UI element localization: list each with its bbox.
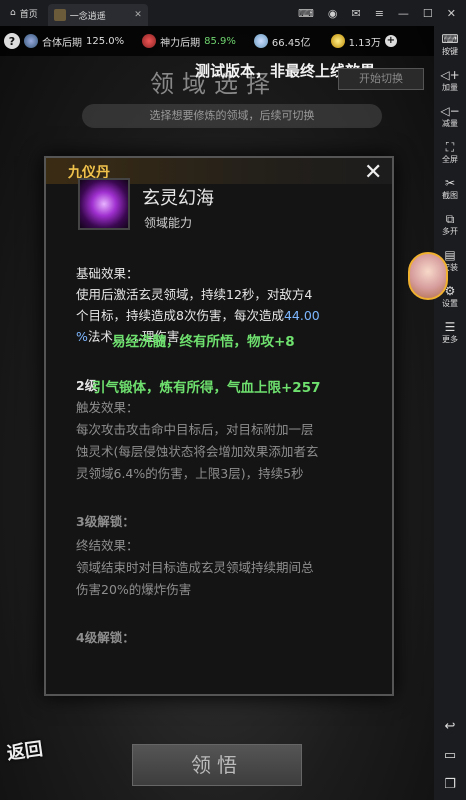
home-tab[interactable]: ⌂ 首页 xyxy=(0,0,48,26)
sidebar-label: 多开 xyxy=(442,226,458,236)
sidebar-item-volume-up[interactable]: ◁+ 加量 xyxy=(434,62,466,98)
selection-hint: 选择想要修炼的领域，后续可切换 xyxy=(82,104,382,128)
notification-text-2: 引气锻体，炼有所得，气血上限+257 xyxy=(92,380,321,396)
fullscreen-icon: ⛶ xyxy=(445,139,455,154)
apk-icon: ▤ xyxy=(444,247,456,262)
more-icon: ☰ xyxy=(444,319,456,334)
home-icon: ⌂ xyxy=(10,8,16,18)
emulator-title-bar: ⌂ 首页 一念逍遥 ✕ ⌨ ◉ ✉ ≡ — ☐ ✕ xyxy=(0,0,466,26)
skill-detail-popup: 九仪丹 ✕ 玄灵幻海 领域能力 基础效果： 使用后激活玄灵领域，持续12秒，对敌… xyxy=(44,156,394,696)
base-effect-heading: 基础效果： xyxy=(76,266,139,281)
base-effect-line-2: 个目标，持续造成8次伤害，每次造成 xyxy=(76,308,284,323)
emulator-sidebar: ⌨ 按键 ◁+ 加量 ◁− 减量 ⛶ 全屏 ✂ 截图 ⧉ 多开 ▤ 安装 ⚙ 设置 ☰ 更多 ↩ … xyxy=(434,26,466,800)
game-tab[interactable]: 一念逍遥 ✕ xyxy=(47,4,148,26)
coin-icon xyxy=(330,34,345,48)
game-tab-label: 一念逍遥 xyxy=(69,11,106,22)
sidebar-item-multi-instance[interactable]: ⧉ 多开 xyxy=(434,206,466,242)
sidebar-label: 截图 xyxy=(442,190,458,200)
realm-orb-icon xyxy=(24,34,38,48)
trigger-line-3: 灵领域6.4%的伤害，上限3层)，持续5秒 xyxy=(76,466,304,481)
scissors-icon: ✂ xyxy=(444,175,456,190)
back-nav-icon[interactable]: ↩ xyxy=(445,719,456,734)
add-coin-button[interactable]: + xyxy=(384,35,397,47)
sidebar-label: 按键 xyxy=(442,46,458,56)
recents-nav-icon[interactable]: ❐ xyxy=(444,777,456,792)
sidebar-item-screenshot[interactable]: ✂ 截图 xyxy=(434,170,466,206)
volume-down-icon: ◁− xyxy=(440,103,460,118)
maximize-icon[interactable]: ☐ xyxy=(423,7,433,20)
sidebar-label: 全屏 xyxy=(442,154,458,164)
sidebar-item-more[interactable]: ☰ 更多 xyxy=(434,314,466,350)
window-close-icon[interactable]: ✕ xyxy=(447,7,456,20)
trigger-line-1: 每次攻击攻击命中目标后，对目标附加一层 xyxy=(76,422,314,437)
sidebar-item-keymap[interactable]: ⌨ 按键 xyxy=(434,26,466,62)
mail-icon[interactable]: ✉ xyxy=(351,7,360,20)
notification-text-1: 易经洗髓，终有所悟，物攻+8 xyxy=(112,334,295,350)
resource-bar: ? 合体后期 125.0% 神力后期 85.9% 66.45亿 1.13万 + xyxy=(0,26,434,56)
sidebar-label: 加量 xyxy=(442,82,458,92)
final-heading: 终结效果： xyxy=(76,538,139,553)
volume-up-icon: ◁+ xyxy=(440,67,460,82)
level-3-heading: 3级解锁： xyxy=(76,514,135,529)
base-effect-line-2-wrap: 个目标，持续造成8次伤害，每次造成44.00 xyxy=(76,306,386,326)
realm-percent: 125.0% xyxy=(86,35,125,47)
back-button[interactable]: 返回 xyxy=(5,733,61,786)
crystal-icon xyxy=(253,34,268,48)
home-tab-label: 首页 xyxy=(19,9,38,20)
final-line-1: 领域结束时对目标造成玄灵领域持续期间总 xyxy=(76,560,314,575)
realize-button[interactable]: 领悟 xyxy=(132,744,302,786)
trigger-heading: 触发效果： xyxy=(76,400,139,415)
keyboard-icon: ⌨ xyxy=(441,31,459,46)
home-nav-icon[interactable]: ▭ xyxy=(444,748,456,763)
multi-window-icon: ⧉ xyxy=(445,211,455,226)
switch-button[interactable]: 开始切换 xyxy=(338,68,424,90)
game-viewport: ? 合体后期 125.0% 神力后期 85.9% 66.45亿 1.13万 + … xyxy=(0,26,434,800)
floating-avatar[interactable] xyxy=(408,252,448,300)
trigger-line-2: 蚀灵术(每层侵蚀状态将会增加效果添加者玄 xyxy=(76,444,319,459)
sidebar-label: 设置 xyxy=(442,298,458,308)
menu-icon[interactable]: ≡ xyxy=(375,7,384,20)
final-line-2: 伤害20%的爆炸伤害 xyxy=(76,582,192,597)
base-effect-percent: 44.00 xyxy=(283,308,320,323)
close-icon[interactable]: ✕ xyxy=(364,162,382,184)
sidebar-label: 更多 xyxy=(442,334,458,344)
sidebar-label: 减量 xyxy=(442,118,458,128)
help-icon[interactable]: ? xyxy=(4,33,20,49)
skill-type: 领域能力 xyxy=(144,216,193,230)
skill-icon xyxy=(78,178,130,230)
realm-label: 合体后期 xyxy=(42,37,82,49)
gamepad-icon[interactable]: ⌨ xyxy=(298,7,314,20)
base-effect-percent-sign: % xyxy=(76,329,88,344)
base-effect-line-1: 使用后激活玄灵领域，持续12秒，对敌方4 xyxy=(76,287,313,302)
tab-close-icon[interactable]: ✕ xyxy=(134,10,142,20)
minimize-icon[interactable]: — xyxy=(398,7,409,20)
level-4-heading: 4级解锁： xyxy=(76,630,135,645)
game-app-icon xyxy=(53,9,66,21)
spirit-icon xyxy=(142,34,157,48)
coin-amount: 1.13万 xyxy=(348,37,381,49)
spirit-percent: 85.9% xyxy=(204,35,236,47)
sidebar-item-fullscreen[interactable]: ⛶ 全屏 xyxy=(434,134,466,170)
spirit-label: 神力后期 xyxy=(160,37,201,49)
sidebar-item-volume-down[interactable]: ◁− 减量 xyxy=(434,98,466,134)
crystal-amount: 66.45亿 xyxy=(271,37,311,49)
skill-name: 玄灵幻海 xyxy=(142,188,214,209)
account-icon[interactable]: ◉ xyxy=(328,7,338,20)
